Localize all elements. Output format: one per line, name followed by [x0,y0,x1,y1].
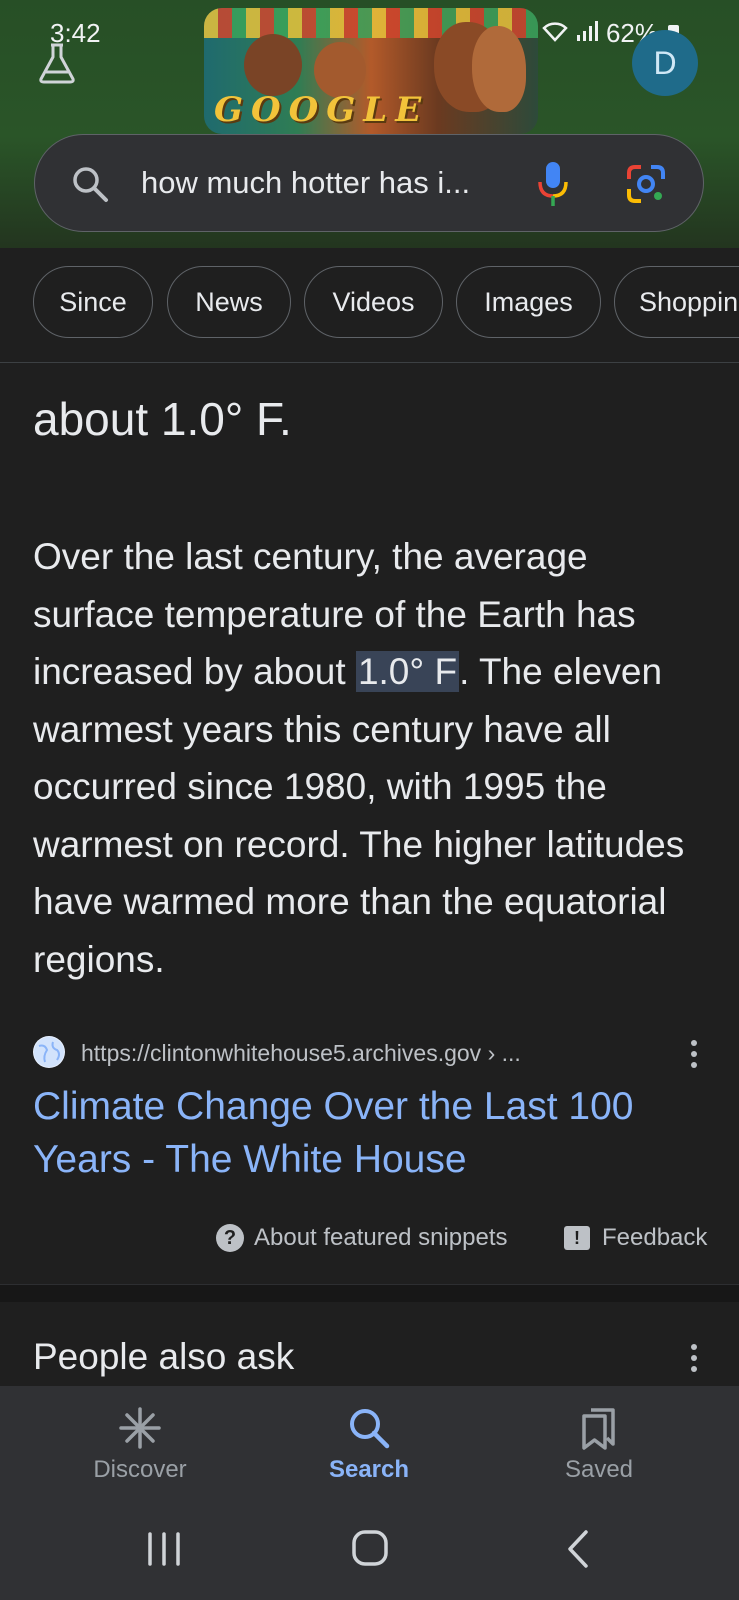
nav-label: Discover [93,1456,187,1483]
recent-apps-icon[interactable] [134,1524,194,1574]
home-icon[interactable] [340,1524,400,1574]
snippet-source[interactable]: https://clintonwhitehouse5.archives.gov … [33,1036,713,1076]
globe-icon [33,1036,65,1068]
search-query[interactable]: how much hotter has i... [141,165,470,201]
lens-icon[interactable] [625,163,667,205]
divider [0,362,739,363]
bottom-nav: Discover Search Saved [0,1386,739,1496]
flask-icon[interactable] [36,42,78,84]
section-divider [0,1284,739,1302]
about-label: About featured snippets [254,1224,508,1251]
nav-discover[interactable]: Discover [40,1386,240,1496]
about-featured-snippets[interactable]: ? About featured snippets [216,1218,508,1258]
search-icon [345,1404,393,1452]
nav-search[interactable]: Search [269,1386,469,1496]
source-url[interactable]: https://clintonwhitehouse5.archives.gov … [81,1040,521,1067]
search-icon [71,165,109,203]
bookmarks-icon [575,1404,623,1452]
more-options-icon[interactable] [688,1344,700,1380]
help-icon: ? [216,1224,244,1252]
signal-icon [576,20,598,48]
filter-chips: Since News Videos Images Shoppin [0,264,739,344]
feedback-icon: ! [564,1226,590,1250]
nav-saved[interactable]: Saved [499,1386,699,1496]
chip-news[interactable]: News [167,266,291,338]
snippet-text: Over the last century, the average surfa… [33,528,713,988]
snippet-highlight: 1.0° F [355,651,460,692]
google-doodle[interactable]: GOOGLE [204,8,538,134]
chip-images[interactable]: Images [456,266,601,338]
nav-label: Search [328,1456,410,1483]
wifi-icon [542,20,568,48]
chip-videos[interactable]: Videos [304,266,443,338]
nav-label: Saved [564,1456,634,1483]
mic-icon[interactable] [535,160,571,208]
search-bar[interactable]: how much hotter has i... [34,134,704,232]
chip-since[interactable]: Since [33,266,153,338]
feedback-label: Feedback [602,1224,708,1251]
asterisk-icon [116,1404,164,1452]
feedback-button[interactable]: ! Feedback [564,1218,707,1258]
back-icon[interactable] [548,1524,608,1574]
snippet-footer: ? About featured snippets ! Feedback [0,1218,739,1258]
result-title-link[interactable]: Climate Change Over the Last 100 Years -… [33,1080,713,1186]
more-options-icon[interactable] [688,1040,700,1076]
snippet-answer: about 1.0° F. [33,393,292,445]
snippet-text-after: . The eleven warmest years this century … [33,651,685,980]
doodle-figure [244,34,302,96]
doodle-figure [472,26,526,112]
chip-shopping[interactable]: Shoppin [614,266,739,338]
doodle-logo-text: GOOGLE [214,90,430,130]
people-also-ask-title: People also ask [33,1336,295,1377]
system-navigation [0,1496,739,1600]
account-avatar[interactable]: D [632,30,698,96]
search-header: 3:42 ♻ 62% GOOGLE D how much hotter has … [0,0,739,248]
